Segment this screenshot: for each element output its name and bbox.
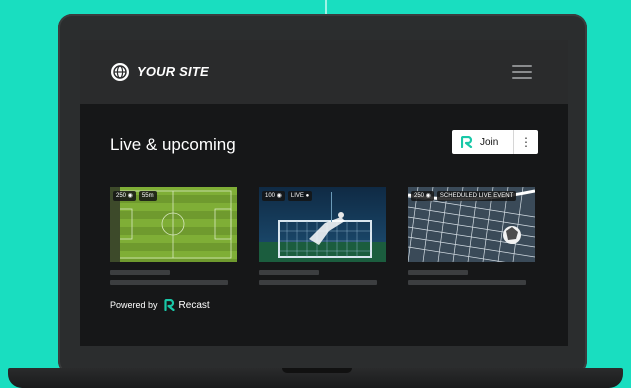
brand-name: Recast [178, 299, 210, 311]
laptop-notch [282, 368, 352, 373]
laptop-screen: YOUR SITE Live & upcoming Join ⋮ 250 ◉ 5… [80, 40, 568, 346]
subtitle-placeholder [408, 280, 526, 285]
event-thumbnail[interactable]: 100 ◉ LIVE ● [259, 187, 386, 262]
duration-badge: 55m [138, 191, 157, 201]
join-button[interactable]: Join [452, 130, 514, 154]
powered-by-label: Powered by [110, 300, 158, 310]
event-card[interactable]: 250 ◉ SCHEDULED LIVE EVENT [408, 187, 535, 285]
scheduled-badge: SCHEDULED LIVE EVENT [436, 191, 517, 201]
recast-logo-icon [461, 136, 473, 148]
viewer-count-badge: 250 ◉ [113, 191, 136, 201]
event-thumbnail[interactable]: 250 ◉ SCHEDULED LIVE EVENT [408, 187, 535, 262]
globe-icon[interactable] [110, 62, 130, 82]
event-card[interactable]: 250 ◉ 55m [110, 187, 237, 285]
powered-by[interactable]: Powered by Recast [110, 299, 210, 311]
more-options-button[interactable]: ⋮ [514, 130, 538, 154]
title-placeholder [110, 270, 170, 275]
title-placeholder [408, 270, 468, 275]
subtitle-placeholder [110, 280, 228, 285]
viewer-count-badge: 100 ◉ [262, 191, 285, 201]
section-title: Live & upcoming [110, 135, 236, 154]
title-placeholder [259, 270, 319, 275]
site-name[interactable]: YOUR SITE [137, 64, 209, 79]
live-badge: LIVE ● [287, 191, 313, 201]
event-thumbnail[interactable]: 250 ◉ 55m [110, 187, 237, 262]
viewer-count-badge: 250 ◉ [411, 191, 434, 201]
recast-logo-icon [163, 299, 175, 311]
site-header: YOUR SITE [80, 40, 568, 104]
join-label: Join [480, 136, 499, 148]
cable-line [325, 0, 327, 14]
join-widget: Join ⋮ [452, 130, 538, 154]
event-card[interactable]: 100 ◉ LIVE ● [259, 187, 386, 285]
subtitle-placeholder [259, 280, 377, 285]
hamburger-menu-icon[interactable] [512, 65, 532, 79]
